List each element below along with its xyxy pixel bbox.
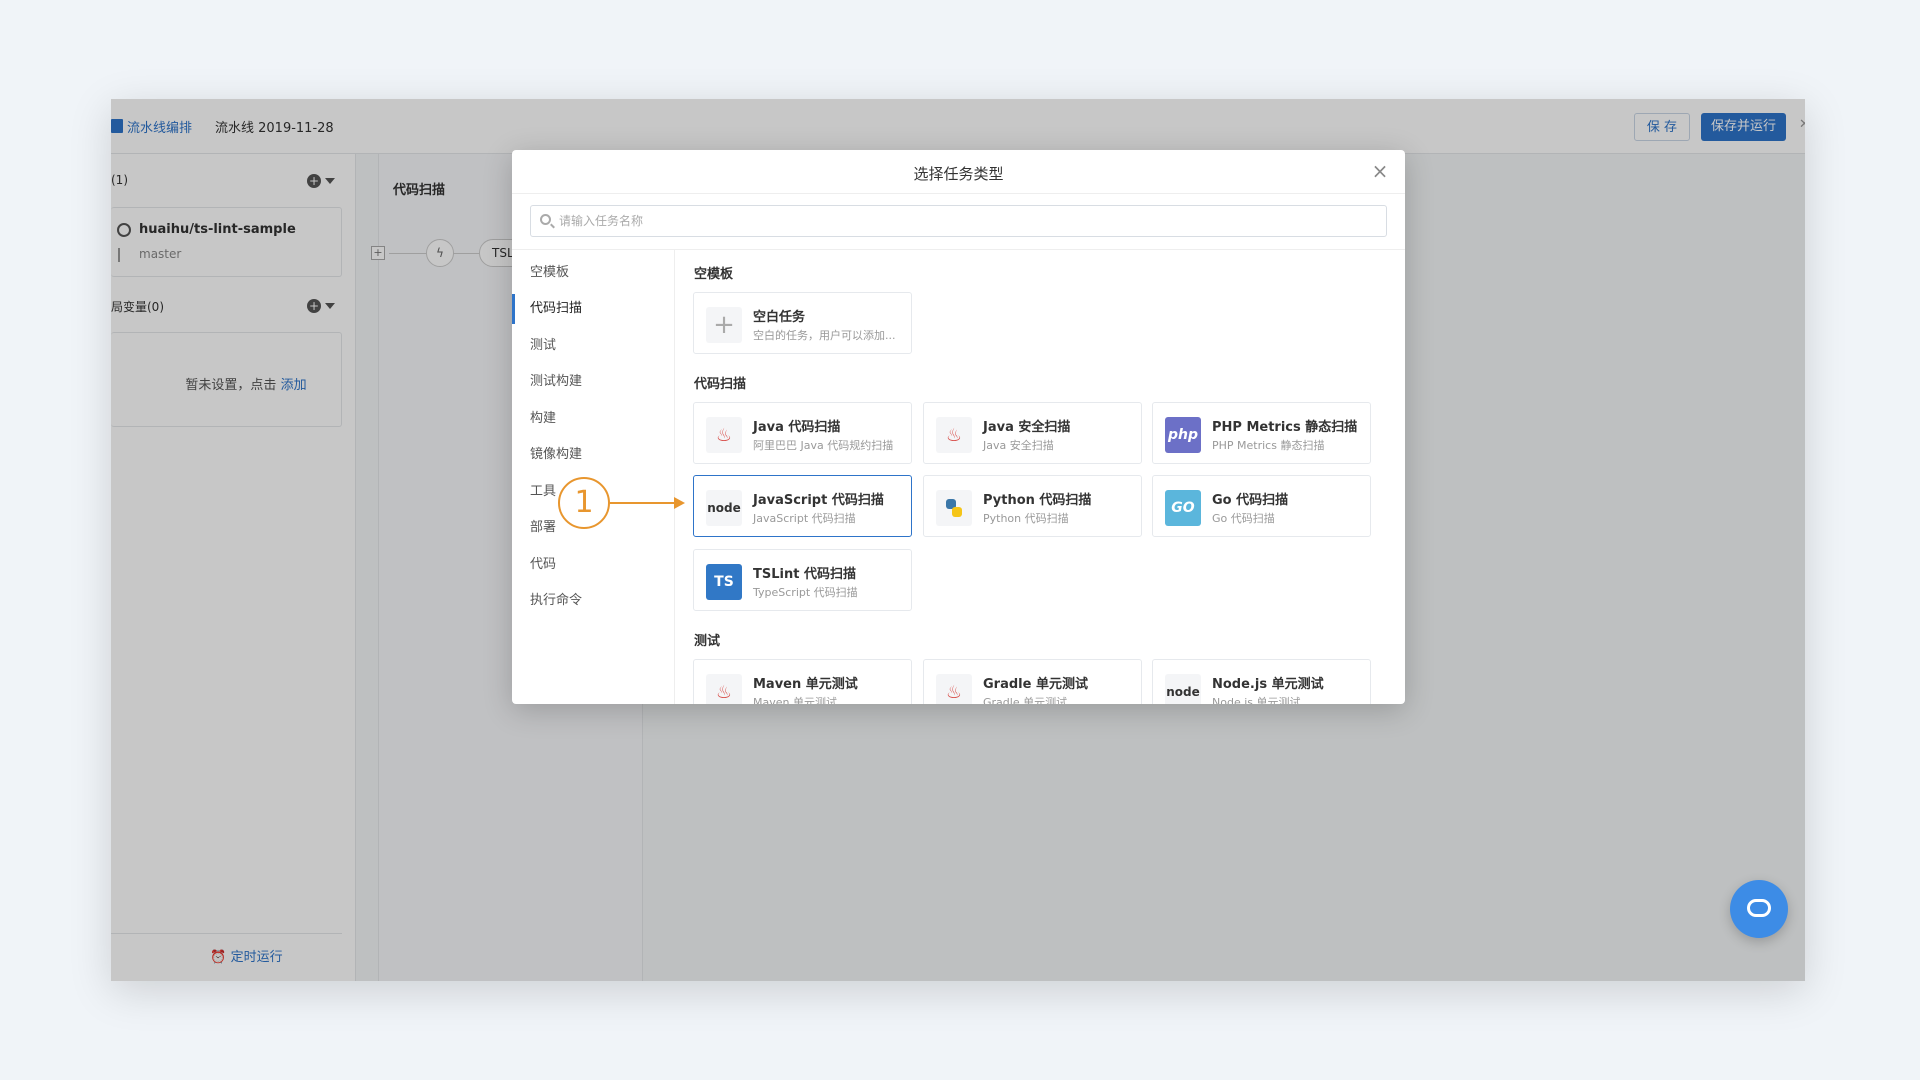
task-card-python-scan[interactable]: Python 代码扫描 Python 代码扫描 xyxy=(923,475,1142,537)
java-icon: ♨ xyxy=(936,417,972,453)
node-icon: node xyxy=(706,490,742,526)
callout-arrow-head-icon xyxy=(674,497,685,509)
category-test-build[interactable]: 测试构建 xyxy=(512,367,675,397)
category-build[interactable]: 构建 xyxy=(512,404,675,434)
task-card-sub: PHP Metrics 静态扫描 xyxy=(1212,439,1325,452)
category-exec-command[interactable]: 执行命令 xyxy=(512,586,675,616)
task-card-php-metrics[interactable]: php PHP Metrics 静态扫描 PHP Metrics 静态扫描 xyxy=(1152,402,1371,464)
task-category-sidebar: 空模板 代码扫描 测试 测试构建 构建 镜像构建 工具 部署 代码 执行命令 xyxy=(512,250,675,704)
task-card-sub: 空白的任务，用户可以添加... xyxy=(753,329,896,342)
python-icon xyxy=(936,490,972,526)
task-card-title: Java 安全扫描 xyxy=(983,420,1071,435)
category-image-build[interactable]: 镜像构建 xyxy=(512,440,675,470)
task-card-title: Node.js 单元测试 xyxy=(1212,677,1324,692)
task-card-nodejs-test[interactable]: node Node.js 单元测试 Node.js 单元测试 xyxy=(1152,659,1371,704)
task-card-title: Go 代码扫描 xyxy=(1212,493,1289,508)
task-card-blank[interactable]: + 空白任务 空白的任务，用户可以添加... xyxy=(693,292,912,354)
close-icon[interactable]: × xyxy=(1369,160,1391,182)
task-card-sub: Java 安全扫描 xyxy=(983,439,1054,452)
group-title-scan: 代码扫描 xyxy=(694,377,747,392)
callout-arrow-line xyxy=(610,502,676,504)
task-list: 空模板 + 空白任务 空白的任务，用户可以添加... 代码扫描 ♨ Java 代… xyxy=(675,250,1405,704)
task-search xyxy=(530,205,1387,237)
group-title-test: 测试 xyxy=(694,634,721,649)
chat-button[interactable] xyxy=(1730,880,1788,938)
task-search-input[interactable] xyxy=(559,206,1379,236)
task-card-sub: TypeScript 代码扫描 xyxy=(753,586,858,599)
task-card-title: TSLint 代码扫描 xyxy=(753,567,856,582)
task-card-tslint-scan[interactable]: TS TSLint 代码扫描 TypeScript 代码扫描 xyxy=(693,549,912,611)
java-icon: ♨ xyxy=(706,417,742,453)
task-card-java-security[interactable]: ♨ Java 安全扫描 Java 安全扫描 xyxy=(923,402,1142,464)
java-icon: ♨ xyxy=(706,674,742,704)
task-card-go-scan[interactable]: GO Go 代码扫描 Go 代码扫描 xyxy=(1152,475,1371,537)
task-card-title: Java 代码扫描 xyxy=(753,420,841,435)
step-callout: 1 xyxy=(558,477,610,529)
category-code[interactable]: 代码 xyxy=(512,550,675,580)
ts-icon: TS xyxy=(706,564,742,600)
task-card-maven-test[interactable]: ♨ Maven 单元测试 Maven 单元测试 xyxy=(693,659,912,704)
go-icon: GO xyxy=(1165,490,1201,526)
task-card-sub: 阿里巴巴 Java 代码规约扫描 xyxy=(753,439,894,452)
task-card-java-scan[interactable]: ♨ Java 代码扫描 阿里巴巴 Java 代码规约扫描 xyxy=(693,402,912,464)
category-code-scan[interactable]: 代码扫描 xyxy=(512,294,675,324)
task-card-gradle-test[interactable]: ♨ Gradle 单元测试 Gradle 单元测试 xyxy=(923,659,1142,704)
task-card-title: Maven 单元测试 xyxy=(753,677,858,692)
task-card-sub: JavaScript 代码扫描 xyxy=(753,512,856,525)
php-icon: php xyxy=(1165,417,1201,453)
task-card-title: 空白任务 xyxy=(753,310,806,325)
chat-icon xyxy=(1747,899,1771,917)
task-card-sub: Node.js 单元测试 xyxy=(1212,696,1301,704)
task-card-title: Gradle 单元测试 xyxy=(983,677,1088,692)
java-icon: ♨ xyxy=(936,674,972,704)
task-card-title: PHP Metrics 静态扫描 xyxy=(1212,420,1358,435)
dialog-title: 选择任务类型 xyxy=(913,165,1004,183)
task-card-sub: Python 代码扫描 xyxy=(983,512,1069,525)
task-card-sub: Maven 单元测试 xyxy=(753,696,837,704)
group-title-empty: 空模板 xyxy=(694,267,734,282)
plus-icon: + xyxy=(706,307,742,343)
task-card-sub: Gradle 单元测试 xyxy=(983,696,1068,704)
node-icon: node xyxy=(1165,674,1201,704)
task-card-title: JavaScript 代码扫描 xyxy=(753,493,884,508)
task-card-sub: Go 代码扫描 xyxy=(1212,512,1275,525)
select-task-type-dialog: 选择任务类型 × 空模板 代码扫描 测试 测试构建 构建 镜像构建 工具 部署 … xyxy=(512,150,1405,704)
category-empty-template[interactable]: 空模板 xyxy=(512,258,675,288)
task-card-javascript-scan[interactable]: node JavaScript 代码扫描 JavaScript 代码扫描 xyxy=(693,475,912,537)
task-card-title: Python 代码扫描 xyxy=(983,493,1092,508)
dialog-header: 选择任务类型 × xyxy=(512,150,1405,194)
search-icon xyxy=(540,214,551,225)
category-test[interactable]: 测试 xyxy=(512,331,675,361)
